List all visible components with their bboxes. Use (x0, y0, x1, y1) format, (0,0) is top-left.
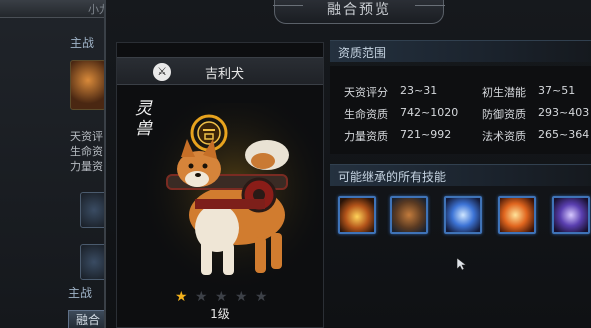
pet-portrait (147, 103, 323, 293)
background-stat-2: 生命资 (70, 145, 103, 158)
pet-card: ⚔ 吉利犬 灵兽 ★ ★ ★ ★ ★ 1级 (116, 42, 324, 328)
background-panel: 小九 主战 天资评 生命资 力量资 主战 融合 (0, 0, 115, 328)
pet-name: 吉利犬 (205, 67, 245, 82)
skills-section-title: 可能继承的所有技能 (338, 170, 447, 184)
dialog-title: 融合预览 (327, 2, 391, 18)
skills-list (330, 190, 591, 244)
background-bottom-tab[interactable]: 主战 (68, 284, 92, 301)
pet-header: ⚔ 吉利犬 (117, 57, 323, 85)
aptitude-stats: 天资评分 23~31 初生潜能 37~51 生命资质 742~1020 防御资质… (330, 66, 591, 154)
stat-value: 293~403 (538, 106, 590, 119)
aptitude-section-header: 资质范围 (330, 40, 591, 62)
sword-icon: ⚔ (153, 63, 171, 81)
star-empty-icon: ★ (255, 289, 268, 305)
star-filled-icon: ★ (175, 289, 188, 305)
background-stat-3: 力量资 (70, 160, 103, 173)
skills-section-header: 可能继承的所有技能 (330, 164, 591, 186)
blue-orb-skill-icon[interactable] (444, 196, 482, 234)
stat-label: 力量资质 (344, 130, 388, 143)
fire-slash-skill-icon[interactable] (498, 196, 536, 234)
stat-label: 初生潜能 (482, 86, 526, 99)
stat-value: 742~1020 (400, 106, 459, 119)
star-empty-icon: ★ (215, 289, 228, 305)
background-fuse-button[interactable]: 融合 (68, 310, 108, 328)
dialog-title-bar: 融合预览 (273, 0, 445, 24)
stat-value: 37~51 (538, 84, 576, 97)
stat-label: 生命资质 (344, 108, 388, 121)
flame-burst-skill-icon[interactable] (338, 196, 376, 234)
beast-claw-skill-icon[interactable] (390, 196, 428, 234)
lightning-skill-icon[interactable] (552, 196, 590, 234)
stat-label: 法术资质 (482, 130, 526, 143)
fusion-preview-dialog: 融合预览 ⚔ 吉利犬 灵兽 ★ ★ ★ ★ ★ 1级 资质范围 天资评分 23~… (104, 0, 591, 328)
aptitude-section-title: 资质范围 (338, 46, 387, 60)
star-empty-icon: ★ (235, 289, 248, 305)
pet-star-rating: ★ ★ ★ ★ ★ (175, 286, 275, 305)
stat-value: 265~364 (538, 128, 590, 141)
background-stat-1: 天资评 (70, 130, 103, 143)
stat-label: 天资评分 (344, 86, 388, 99)
star-empty-icon: ★ (195, 289, 208, 305)
stat-value: 23~31 (400, 84, 438, 97)
title-ornament-left (273, 5, 303, 13)
background-pet-avatar[interactable] (70, 60, 106, 110)
stat-value: 721~992 (400, 128, 452, 141)
background-section-title: 主战 (70, 36, 95, 50)
stat-label: 防御资质 (482, 108, 526, 121)
pet-level: 1级 (210, 307, 230, 321)
background-top-bar: 小九 (0, 0, 110, 18)
title-ornament-right (415, 5, 445, 13)
